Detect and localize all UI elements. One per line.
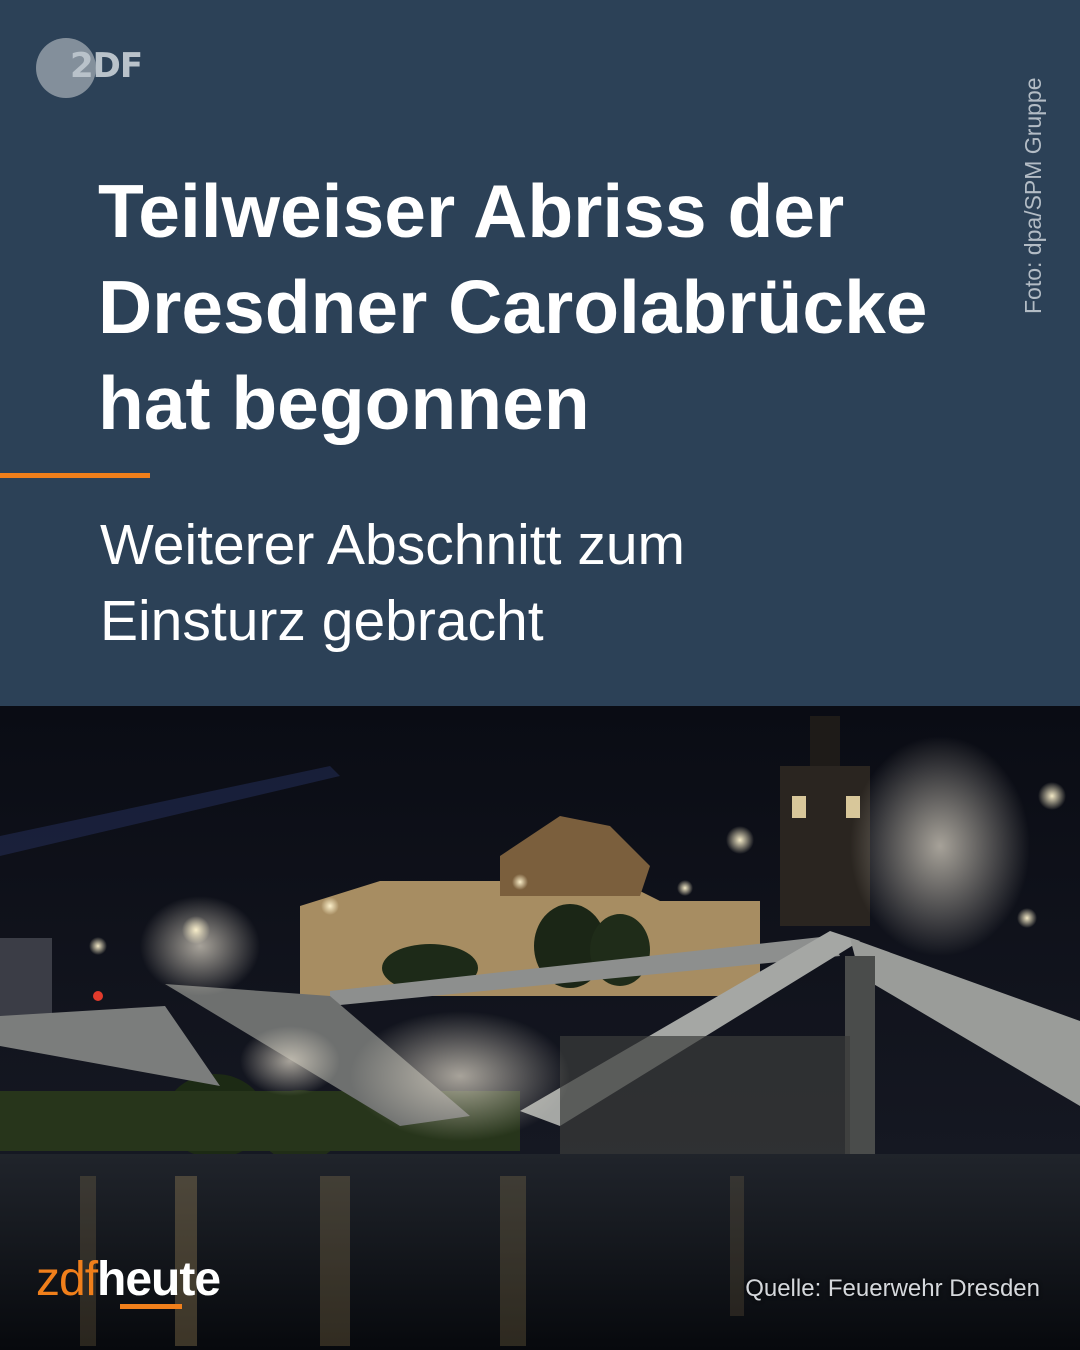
zdf-logo-icon: 2DF: [36, 38, 156, 100]
subheadline-line-2: Einsturz gebracht: [100, 589, 544, 653]
headline-line-2: Dresdner Carolabrücke: [98, 265, 928, 349]
photo-credit: Foto: dpa/SPM Gruppe: [1020, 77, 1046, 314]
subheadline-line-1: Weiterer Abschnitt zum: [100, 513, 686, 577]
subheadline: Weiterer Abschnitt zum Einsturz gebracht: [100, 507, 900, 659]
accent-divider: [0, 473, 150, 478]
news-card: 2DF Teilweiser Abriss der Dresdner Carol…: [0, 0, 1080, 1350]
zdfheute-logo: zdfheute: [36, 1252, 221, 1309]
logo-text: 2DF: [70, 46, 143, 86]
brand-heute: heute: [97, 1253, 221, 1306]
source-note: Quelle: Feuerwehr Dresden: [745, 1275, 1040, 1302]
headline-line-1: Teilweiser Abriss der: [98, 169, 845, 253]
headline-panel: 2DF Teilweiser Abriss der Dresdner Carol…: [0, 0, 1080, 706]
headline-line-3: hat begonnen: [98, 361, 590, 445]
brand-underline: [120, 1304, 182, 1309]
brand-zdf: zdf: [36, 1253, 98, 1306]
headline: Teilweiser Abriss der Dresdner Carolabrü…: [98, 163, 998, 451]
